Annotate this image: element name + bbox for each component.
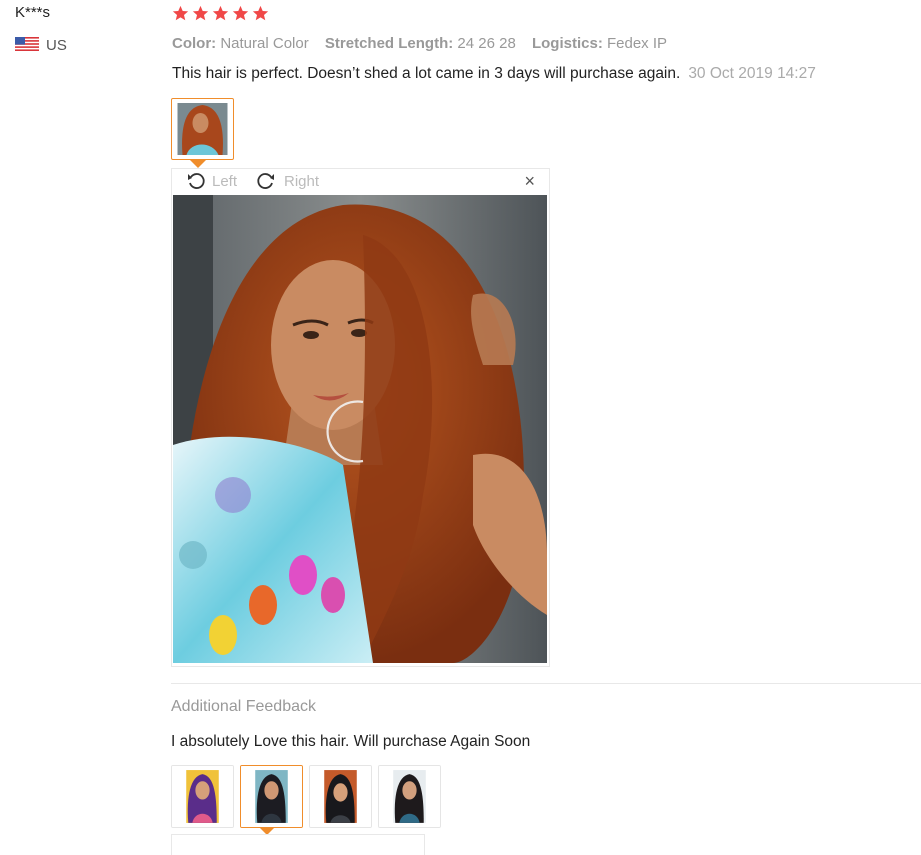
photo-thumbnail-image [379, 766, 440, 827]
star-icon [232, 5, 249, 21]
review-text: This hair is perfect. Doesn’t shed a lot… [172, 65, 816, 83]
section-divider [171, 683, 921, 684]
star-icon [192, 5, 209, 21]
close-icon[interactable]: × [524, 171, 535, 192]
rotate-right-icon [257, 173, 274, 189]
us-flag-icon [15, 37, 39, 51]
additional-feedback-text: I absolutely Love this hair. Will purcha… [171, 733, 531, 750]
photo-thumbnail-image [172, 766, 233, 827]
attribute-length: Stretched Length: 24 26 28 [324, 35, 516, 52]
additional-photo-thumbnail-1[interactable] [171, 765, 234, 828]
star-icon [172, 5, 189, 21]
photo-viewer: Left Right × [171, 168, 550, 667]
review-photo-thumbnail[interactable] [171, 98, 234, 160]
review-photo-large [173, 195, 547, 663]
star-icon [252, 5, 269, 21]
attribute-color: Color: Natural Color [172, 35, 309, 52]
reviewer-country: US [46, 37, 67, 54]
review-date: 30 Oct 2019 14:27 [688, 65, 816, 82]
star-icon [212, 5, 229, 21]
review-body: This hair is perfect. Doesn’t shed a lot… [172, 65, 681, 82]
photo-thumbnail-image [172, 99, 233, 159]
photo-thumbnail-image [241, 766, 302, 827]
additional-photo-thumbnail-4[interactable] [378, 765, 441, 828]
attribute-logistics: Logistics: Fedex IP [531, 35, 668, 52]
review-attributes: Color: Natural Color Stretched Length: 2… [172, 35, 679, 52]
review-photo-image [173, 195, 547, 663]
additional-photo-thumbnail-3[interactable] [309, 765, 372, 828]
rotate-right-button[interactable]: Right [256, 171, 319, 191]
additional-photo-thumbnail-2[interactable] [240, 765, 303, 828]
additional-feedback-title: Additional Feedback [171, 698, 316, 715]
reviewer-name: K***s [15, 4, 51, 21]
active-thumbnail-caret [190, 160, 206, 168]
rating-stars [172, 5, 269, 22]
viewer-toolbar: Left Right × [172, 169, 549, 195]
photo-viewer-2 [171, 834, 425, 855]
photo-thumbnail-image [310, 766, 371, 827]
rotate-left-button[interactable]: Left [186, 171, 237, 191]
rotate-left-icon [188, 173, 205, 189]
